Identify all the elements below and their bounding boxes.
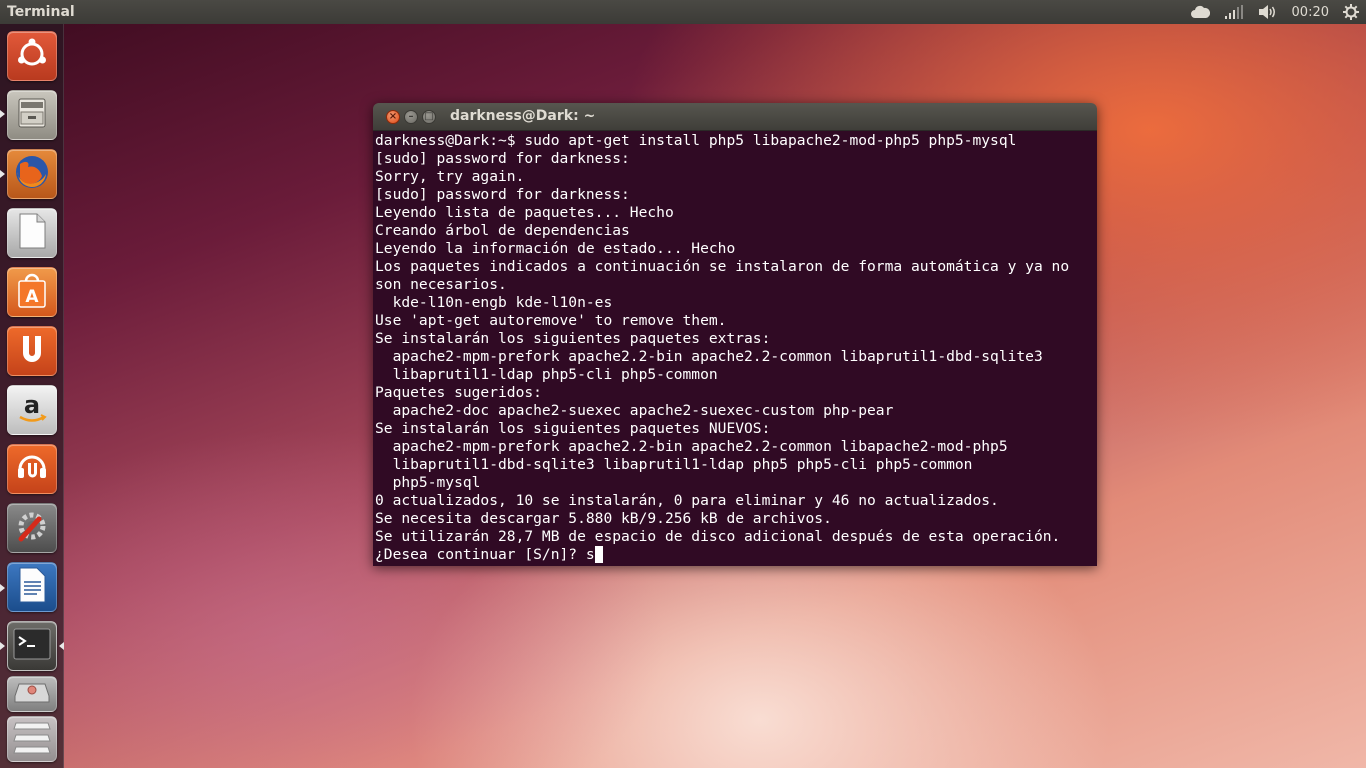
launcher-terminal[interactable]: [7, 621, 57, 671]
volume-icon[interactable]: [1258, 0, 1278, 24]
terminal-line: php5-mysql: [375, 474, 481, 491]
terminal-line: kde-l10n-engb kde-l10n-es: [375, 294, 613, 311]
session-gear-icon[interactable]: [1343, 0, 1359, 24]
launcher: A a: [0, 24, 64, 768]
terminal-line: Paquetes sugeridos:: [375, 384, 542, 401]
launcher-ubuntu-one-music[interactable]: [7, 444, 57, 494]
terminal-line: [sudo] password for darkness:: [375, 150, 639, 167]
svg-text:A: A: [25, 287, 39, 307]
maximize-icon: □: [424, 111, 434, 122]
text-cursor: [594, 546, 603, 563]
terminal-line: Sorry, try again.: [375, 168, 525, 185]
launcher-workspaces[interactable]: [7, 716, 57, 762]
launcher-system-settings[interactable]: [7, 503, 57, 553]
close-icon: ×: [388, 111, 398, 122]
active-app-title: Terminal: [7, 4, 75, 20]
network-signal-icon[interactable]: [1224, 0, 1244, 24]
terminal-output[interactable]: darkness@Dark:~$ sudo apt-get install ph…: [373, 131, 1097, 566]
terminal-window[interactable]: × – □ darkness@Dark: ~ darkness@Dark:~$ …: [373, 103, 1097, 566]
ubuntu-logo-icon: [15, 37, 49, 75]
file-cabinet-icon: [15, 96, 49, 134]
terminal-prompt-line[interactable]: ¿Desea continuar [S/n]? s: [375, 546, 1097, 564]
terminal-line: Se necesita descargar 5.880 kB/9.256 kB …: [375, 510, 832, 527]
workspace-stack-icon: [12, 717, 52, 761]
terminal-line: Leyendo la información de estado... Hech…: [375, 240, 736, 257]
terminal-line: 0 actualizados, 10 se instalarán, 0 para…: [375, 492, 999, 509]
focused-indicator: [59, 642, 64, 650]
firefox-icon: [12, 152, 52, 196]
amazon-icon: a: [14, 390, 50, 430]
terminal-line: Creando árbol de dependencias: [375, 222, 630, 239]
window-titlebar[interactable]: × – □ darkness@Dark: ~: [373, 103, 1097, 131]
running-indicator: [0, 642, 5, 650]
terminal-line: libaprutil1-dbd-sqlite3 libaprutil1-ldap…: [375, 456, 973, 473]
terminal-line: apache2-mpm-prefork apache2.2-bin apache…: [375, 438, 1008, 455]
terminal-line: [sudo] password for darkness:: [375, 186, 639, 203]
launcher-files[interactable]: [7, 90, 57, 140]
indicator-area: 00:20: [1183, 0, 1366, 24]
ubuntu-one-music-icon: [14, 449, 50, 489]
launcher-libreoffice[interactable]: [7, 208, 57, 258]
terminal-line: Leyendo lista de paquetes... Hecho: [375, 204, 674, 221]
prompt-text: ¿Desea continuar [S/n]? s: [375, 546, 595, 563]
terminal-line: libaprutil1-ldap php5-cli php5-common: [375, 366, 718, 383]
launcher-software-center[interactable]: A: [7, 267, 57, 317]
running-indicator: [0, 110, 5, 118]
launcher-firefox[interactable]: [7, 149, 57, 199]
clock[interactable]: 00:20: [1292, 0, 1329, 24]
launcher-drive[interactable]: [7, 676, 57, 712]
cloud-icon[interactable]: [1190, 0, 1210, 24]
running-indicator: [0, 584, 5, 592]
launcher-dash-home[interactable]: [7, 31, 57, 81]
minimize-icon: –: [408, 111, 414, 122]
close-button[interactable]: ×: [386, 110, 400, 124]
terminal-line: Se utilizarán 28,7 MB de espacio de disc…: [375, 528, 1061, 545]
libreoffice-doc-icon: [15, 212, 49, 254]
drive-icon: [13, 680, 51, 708]
terminal-icon: [13, 628, 51, 664]
svg-text:a: a: [24, 391, 40, 419]
terminal-line: son necesarios.: [375, 276, 507, 293]
terminal-line: apache2-doc apache2-suexec apache2-suexe…: [375, 402, 894, 419]
ubuntu-one-icon: [14, 331, 50, 371]
top-panel: Terminal 00:20: [0, 0, 1366, 24]
shopping-bag-icon: A: [14, 271, 50, 313]
terminal-line: apache2-mpm-prefork apache2.2-bin apache…: [375, 348, 1043, 365]
terminal-line: Use 'apt-get autoremove' to remove them.: [375, 312, 727, 329]
terminal-line: darkness@Dark:~$ sudo apt-get install ph…: [375, 132, 1017, 149]
launcher-libreoffice-writer[interactable]: [7, 562, 57, 612]
maximize-button[interactable]: □: [422, 110, 436, 124]
running-indicator: [0, 170, 5, 178]
terminal-line: Se instalarán los siguientes paquetes NU…: [375, 420, 771, 437]
terminal-line: Los paquetes indicados a continuación se…: [375, 258, 1070, 275]
window-title: darkness@Dark: ~: [450, 108, 596, 124]
launcher-amazon[interactable]: a: [7, 385, 57, 435]
minimize-button[interactable]: –: [404, 110, 418, 124]
terminal-line: Se instalarán los siguientes paquetes ex…: [375, 330, 771, 347]
launcher-ubuntu-one[interactable]: [7, 326, 57, 376]
writer-document-icon: [15, 566, 49, 608]
settings-wrench-icon: [13, 507, 51, 549]
